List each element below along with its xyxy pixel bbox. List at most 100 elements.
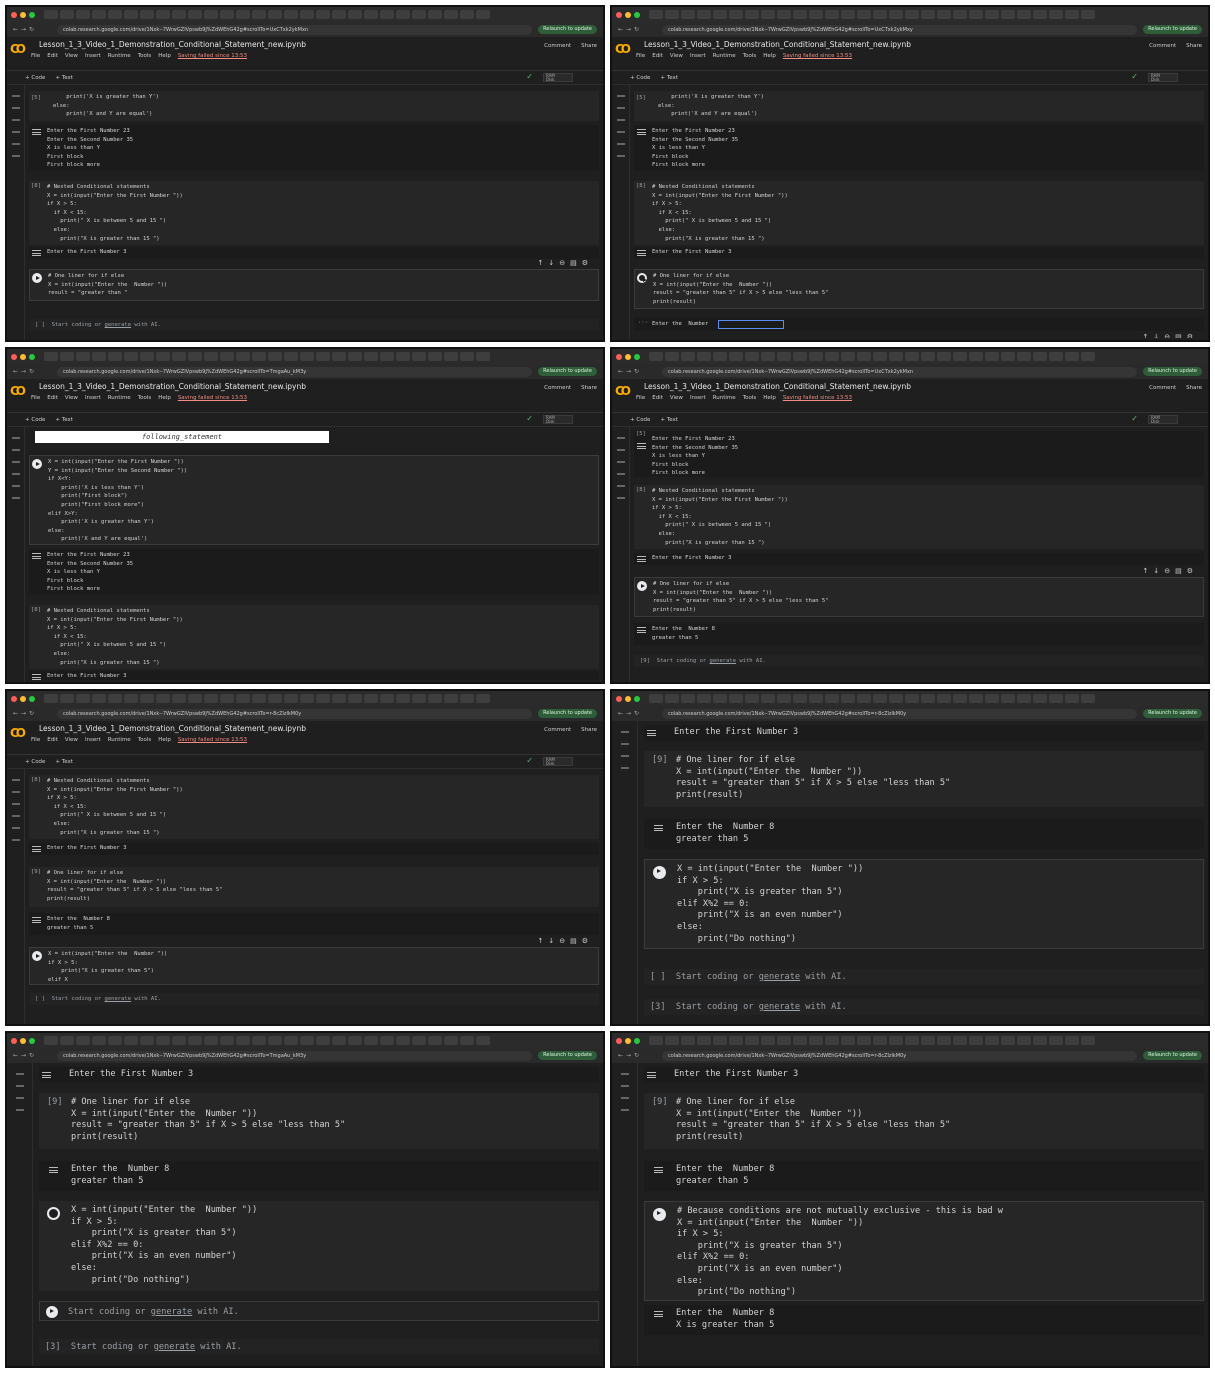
menu-help[interactable]: Help [158, 737, 171, 743]
code-cell[interactable]: [9] # One liner for if else X = int(inpu… [644, 751, 1204, 807]
add-text-button[interactable]: + Text [660, 417, 677, 423]
code-text[interactable]: # Nested Conditional statements X = int(… [652, 487, 788, 547]
generate-link[interactable]: generate [151, 1307, 192, 1317]
code-text[interactable]: # One liner for if else X = int(input("E… [653, 272, 829, 306]
code-cell[interactable]: [9] # One liner for if else X = int(inpu… [644, 1093, 1204, 1149]
generate-link[interactable]: generate [710, 658, 737, 664]
output-icon[interactable] [637, 443, 646, 449]
browser-tabs[interactable] [44, 694, 603, 703]
generate-link[interactable]: generate [759, 972, 800, 982]
zoom-window-icon[interactable] [634, 695, 640, 702]
output-icon[interactable] [32, 250, 41, 256]
menu-edit[interactable]: Edit [47, 53, 58, 59]
save-warning[interactable]: Saving failed since 13:53 [178, 53, 247, 59]
menu-tools[interactable]: Tools [138, 737, 152, 743]
comment-button[interactable]: Comment [544, 385, 571, 391]
output-icon[interactable] [637, 129, 646, 135]
url-field[interactable]: colab.research.google.com/drive/1Nxk--7W… [57, 708, 533, 719]
generate-link[interactable]: generate [154, 1342, 195, 1352]
output-icon[interactable] [647, 730, 656, 736]
save-warning[interactable]: Saving failed since 13:53 [783, 53, 852, 59]
menu-view[interactable]: View [670, 53, 683, 59]
zoom-window-icon[interactable] [29, 11, 35, 18]
url-field[interactable]: colab.research.google.com/drive/1Nxk--7W… [662, 366, 1138, 377]
run-cell-icon[interactable] [653, 1208, 666, 1221]
close-window-icon[interactable] [616, 695, 622, 702]
menu-edit[interactable]: Edit [652, 395, 663, 401]
comment-button[interactable]: Comment [1149, 43, 1176, 49]
output-icon[interactable] [637, 556, 646, 562]
menu-insert[interactable]: Insert [690, 395, 706, 401]
menu-runtime[interactable]: Runtime [713, 53, 736, 59]
menu-insert[interactable]: Insert [85, 737, 101, 743]
close-window-icon[interactable] [616, 11, 622, 18]
menu-view[interactable]: View [65, 737, 78, 743]
relaunch-button[interactable]: Relaunch to update [538, 709, 597, 718]
run-cell-icon[interactable] [637, 581, 647, 591]
menu-file[interactable]: File [31, 53, 40, 59]
zoom-window-icon[interactable] [634, 1037, 640, 1044]
cell-toolbar-icons[interactable]: ↑↓⊖▤⚙ [1143, 333, 1199, 338]
active-ai-placeholder-cell[interactable]: Start coding or generate with AI. [39, 1301, 599, 1321]
share-button[interactable]: Share [1186, 385, 1202, 391]
browser-tabs[interactable] [44, 10, 603, 19]
nav-arrows-icon[interactable]: ←→↻ [612, 26, 662, 33]
menu-view[interactable]: View [670, 395, 683, 401]
running-code-cell[interactable]: # One liner for if else X = int(input("E… [634, 269, 1204, 309]
code-text[interactable]: # Nested Conditional statements X = int(… [47, 777, 183, 837]
url-field[interactable]: colab.research.google.com/drive/1Nxk--7W… [662, 708, 1138, 719]
browser-tabs[interactable] [44, 1036, 603, 1045]
menu-insert[interactable]: Insert [690, 53, 706, 59]
zoom-window-icon[interactable] [29, 1037, 35, 1044]
relaunch-button[interactable]: Relaunch to update [538, 367, 597, 376]
output-icon[interactable] [32, 553, 41, 559]
browser-tabs[interactable] [649, 1036, 1208, 1045]
add-code-button[interactable]: + Code [25, 75, 45, 81]
code-text[interactable]: # Nested Conditional statements X = int(… [47, 607, 183, 667]
nav-arrows-icon[interactable]: ←→↻ [7, 710, 57, 717]
share-button[interactable]: Share [581, 385, 597, 391]
stdin-input-field[interactable] [718, 320, 784, 329]
run-cell-icon[interactable] [32, 951, 42, 961]
cell-toolbar-icons[interactable]: ↑↓⊖▤⚙ [538, 937, 594, 945]
menu-edit[interactable]: Edit [47, 395, 58, 401]
running-spinner-icon[interactable] [47, 1207, 60, 1220]
ai-placeholder-cell[interactable]: [3] Start coding or generate with AI. [644, 999, 1204, 1015]
code-text[interactable]: X = int(input("Enter the First Number ")… [48, 458, 187, 544]
share-button[interactable]: Share [1186, 43, 1202, 49]
menu-runtime[interactable]: Runtime [108, 53, 131, 59]
menu-runtime[interactable]: Runtime [713, 395, 736, 401]
code-text[interactable]: # Nested Conditional statements X = int(… [652, 183, 788, 243]
code-text[interactable]: print('X is greater than Y') else: print… [658, 93, 764, 119]
run-cell-icon[interactable] [46, 1306, 58, 1318]
close-window-icon[interactable] [11, 1037, 17, 1044]
ram-disk-indicator[interactable]: RAM Disk [543, 757, 573, 766]
run-cell-icon[interactable] [32, 459, 42, 469]
run-cell-icon[interactable] [653, 866, 666, 879]
relaunch-button[interactable]: Relaunch to update [1143, 367, 1202, 376]
add-text-button[interactable]: + Text [55, 759, 72, 765]
notebook-title[interactable]: Lesson_1_3_Video_1_Demonstration_Conditi… [644, 40, 911, 49]
close-window-icon[interactable] [11, 695, 17, 702]
comment-button[interactable]: Comment [1149, 385, 1176, 391]
active-code-cell[interactable]: X = int(input("Enter the Number ")) if X… [29, 947, 599, 985]
add-text-button[interactable]: + Text [660, 75, 677, 81]
menu-insert[interactable]: Insert [85, 395, 101, 401]
ram-disk-indicator[interactable]: RAM Disk [1148, 415, 1178, 424]
comment-button[interactable]: Comment [544, 43, 571, 49]
output-icon[interactable] [654, 1311, 663, 1317]
minimize-window-icon[interactable] [20, 11, 26, 18]
minimize-window-icon[interactable] [20, 695, 26, 702]
browser-tabs[interactable] [44, 352, 603, 361]
share-button[interactable]: Share [581, 727, 597, 733]
menu-help[interactable]: Help [763, 395, 776, 401]
menu-tools[interactable]: Tools [138, 53, 152, 59]
relaunch-button[interactable]: Relaunch to update [1143, 709, 1202, 718]
menu-runtime[interactable]: Runtime [108, 737, 131, 743]
menu-tools[interactable]: Tools [743, 395, 757, 401]
output-icon[interactable] [32, 129, 41, 135]
add-text-button[interactable]: + Text [55, 417, 72, 423]
notebook-title[interactable]: Lesson_1_3_Video_1_Demonstration_Conditi… [39, 724, 306, 733]
cell-toolbar-icons[interactable]: ↑↓⊖▤⚙ [538, 259, 594, 267]
minimize-window-icon[interactable] [20, 353, 26, 360]
